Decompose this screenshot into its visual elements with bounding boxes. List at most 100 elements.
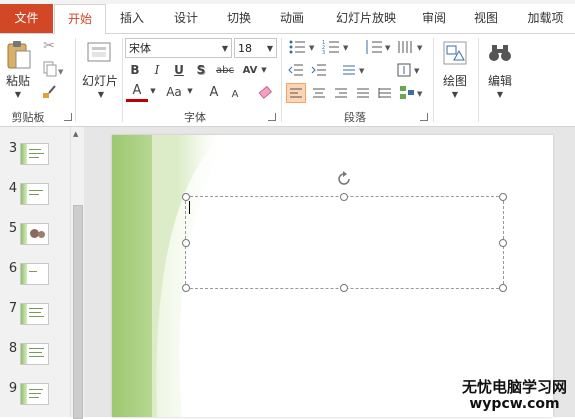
slide-number: 7 [8,301,18,316]
group-separator [478,38,479,122]
resize-handle[interactable] [340,284,348,292]
align-text-button[interactable]: ▼ [396,62,424,78]
group-separator [433,38,434,122]
resize-handle[interactable] [499,284,507,292]
new-slide-dropdown-icon[interactable]: ▼ [93,89,109,99]
tab-design[interactable]: 设计 [162,4,210,33]
strikethrough-button[interactable]: abc [214,62,236,78]
watermark-title: 无忧电脑学习网 [461,378,567,396]
tab-animations[interactable]: 动画 [268,4,316,33]
smartart-button[interactable]: ▼ [398,83,426,103]
new-slide-icon[interactable] [86,39,112,65]
rotate-handle-icon[interactable] [336,171,352,187]
svg-text:▼: ▼ [385,44,391,52]
slide-number: 5 [8,221,18,236]
increase-indent-icon[interactable] [310,62,328,78]
text-direction-button[interactable]: ▼ [340,62,368,78]
slide-thumbnail-image [20,303,49,325]
clipboard-launcher-icon[interactable] [64,113,72,121]
justify-button[interactable] [354,83,372,103]
clipboard-group-label: 剪贴板 [11,111,45,124]
drawing-label: 绘图 [442,74,467,88]
font-name-combo[interactable]: 宋体 ▼ [125,38,232,58]
font-color-button[interactable]: A [126,82,148,102]
shapes-icon[interactable] [441,39,469,67]
font-name-value: 宋体 [129,42,151,55]
font-group-label: 字体 [184,111,206,124]
scroll-up-icon[interactable]: ▲ [73,130,78,138]
text-placeholder[interactable] [185,196,504,289]
columns-button[interactable]: ▼ [396,38,426,56]
resize-handle[interactable] [182,239,190,247]
paragraph-launcher-icon[interactable] [420,113,428,121]
svg-text:▼: ▼ [417,44,423,52]
watermark-url: wypcw.com [469,396,560,412]
grow-font-button[interactable]: A [206,83,222,101]
align-left-button[interactable] [286,83,306,103]
paste-dropdown-icon[interactable]: ▼ [10,89,26,99]
slide-thumbnail-image [20,183,49,205]
align-right-button[interactable] [332,83,350,103]
italic-button[interactable]: I [150,62,164,78]
shadow-button[interactable]: S [194,62,208,78]
resize-handle[interactable] [182,284,190,292]
slide-thumbnail-image [20,223,49,245]
clipboard-icon [7,41,31,69]
chevron-down-icon[interactable]: ▼ [260,65,268,75]
tab-insert[interactable]: 插入 [108,4,156,33]
font-size-combo[interactable]: 18 ▼ [234,38,277,58]
group-separator [75,38,76,122]
find-binoculars-icon[interactable] [486,40,514,66]
copy-icon[interactable]: ▼ [40,60,66,78]
current-slide[interactable] [112,135,553,417]
tab-review[interactable]: 审阅 [410,4,458,33]
slide-thumbnails-pane: 3 4 5 6 7 8 9 [0,127,70,417]
tab-file[interactable]: 文件 [0,4,53,33]
bold-button[interactable]: B [128,62,142,78]
text-cursor [189,201,190,214]
align-center-button[interactable] [310,83,328,103]
underline-button[interactable]: U [172,62,186,78]
clear-formatting-icon[interactable] [256,83,274,101]
tab-addins[interactable]: 加载项 [518,4,573,33]
tab-transitions[interactable]: 切换 [215,4,263,33]
chevron-down-icon: ▼ [221,44,228,53]
slide-number: 4 [8,181,18,196]
numbering-button[interactable]: 1 2 3 ▼ [321,38,351,56]
chevron-down-icon: ▼ [266,44,273,53]
tab-home[interactable]: 开始 [54,4,106,35]
resize-handle[interactable] [499,239,507,247]
shrink-font-button[interactable]: A [228,86,242,102]
slide-number: 8 [8,341,18,356]
svg-text:▼: ▼ [359,67,365,75]
resize-handle[interactable] [182,193,190,201]
decrease-indent-icon[interactable] [287,62,305,78]
slide-number: 9 [8,381,18,396]
slide-number: 6 [8,261,18,276]
chevron-down-icon[interactable]: ▼ [186,86,194,96]
svg-text:▼: ▼ [414,67,420,75]
editing-dropdown-icon[interactable]: ▼ [492,89,508,99]
resize-handle[interactable] [499,193,507,201]
resize-handle[interactable] [340,193,348,201]
char-spacing-button[interactable]: AV [240,61,260,79]
site-watermark: 无忧电脑学习网 wypcw.com [462,378,567,412]
svg-text:▼: ▼ [417,90,423,98]
tab-slideshow[interactable]: 幻灯片放映 [326,4,406,33]
tab-view[interactable]: 视图 [462,4,510,33]
bullets-button[interactable]: ▼ [287,38,317,56]
cut-icon[interactable]: ✂ [40,37,58,55]
slide-number: 3 [8,141,18,156]
paste-button[interactable] [4,38,34,72]
slide-thumbnail-image [20,383,49,405]
drawing-dropdown-icon[interactable]: ▼ [447,89,463,99]
chevron-down-icon[interactable]: ▼ [149,86,157,96]
line-spacing-button[interactable]: ▼ [364,38,392,56]
format-painter-icon[interactable] [40,83,58,101]
svg-text:3: 3 [322,50,325,55]
change-case-button[interactable]: Aa [162,83,186,101]
distributed-button[interactable] [376,83,394,103]
thumbnails-scrollbar[interactable]: ▲ [70,127,84,419]
font-launcher-icon[interactable] [268,113,276,121]
scrollbar-thumb[interactable] [73,205,83,419]
